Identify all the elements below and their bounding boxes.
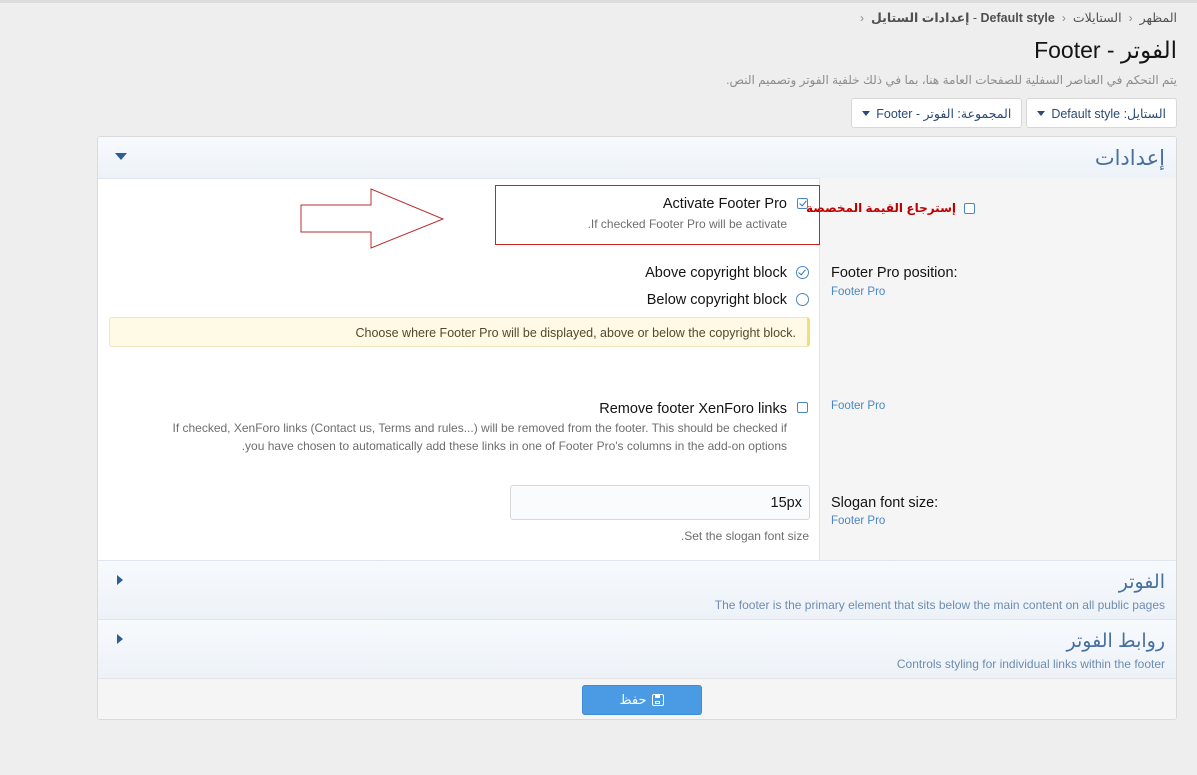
remove-links-hint-line1: If checked, XenForo links (Contact us, T… bbox=[172, 421, 787, 435]
collapse-toggle-icon[interactable] bbox=[115, 153, 127, 160]
footer-pro-position-group[interactable]: Footer Pro bbox=[831, 286, 885, 298]
caret-down-icon bbox=[1037, 110, 1046, 116]
chevron-left-icon: ‹ bbox=[859, 11, 864, 25]
section-footer-links-desc: Controls styling for individual links wi… bbox=[896, 657, 1165, 671]
remove-xenforo-links-checkbox[interactable] bbox=[797, 402, 808, 413]
top-border bbox=[0, 0, 1197, 3]
breadcrumb-appearance[interactable]: المظهر bbox=[1140, 11, 1177, 25]
page-description: يتم التحكم في العناصر السفلية للصفحات ال… bbox=[726, 73, 1177, 87]
remove-links-group[interactable]: Footer Pro bbox=[831, 400, 885, 412]
footer-pro-position-label: Footer Pro position: bbox=[831, 265, 958, 281]
page-title: الفوتر - Footer bbox=[1034, 37, 1177, 63]
slogan-font-size-group[interactable]: Footer Pro bbox=[831, 515, 885, 527]
slogan-font-size-input[interactable] bbox=[511, 486, 809, 519]
group-selector-label: المجموعة: الفوتر - Footer bbox=[876, 106, 1012, 121]
activate-footer-pro-hint: If checked Footer Pro will be activate. bbox=[587, 217, 787, 231]
caret-down-icon bbox=[862, 110, 871, 116]
breadcrumb-default-style[interactable]: Default style bbox=[981, 11, 1055, 25]
section-footer-links-title: روابط الفوتر bbox=[1066, 631, 1166, 652]
breadcrumb-style-settings[interactable]: إعدادات الستايل bbox=[871, 11, 969, 25]
section-footer-links-header[interactable]: روابط الفوتر Controls styling for indivi… bbox=[98, 619, 1176, 679]
chevron-left-icon: ‹ bbox=[1128, 11, 1133, 25]
style-properties-panel: إعدادات إسترجاع القيمة المخصصة Activate … bbox=[97, 136, 1177, 720]
group-selector-dropdown[interactable]: المجموعة: الفوتر - Footer bbox=[851, 98, 1023, 128]
breadcrumb-styles[interactable]: الستايلات bbox=[1073, 11, 1122, 25]
radio-above-copyright-label[interactable]: Above copyright block bbox=[645, 265, 787, 281]
position-notice: Choose where Footer Pro will be displaye… bbox=[109, 317, 810, 347]
radio-below-copyright-label[interactable]: Below copyright block bbox=[647, 292, 787, 308]
expand-toggle-icon[interactable] bbox=[117, 575, 123, 585]
radio-above-copyright[interactable] bbox=[796, 266, 809, 279]
toolbar: الستايل: Default style المجموعة: الفوتر … bbox=[851, 98, 1177, 128]
chevron-left-icon: ‹ bbox=[1061, 11, 1066, 25]
revert-checkbox[interactable] bbox=[964, 203, 975, 214]
slogan-font-size-hint: Set the slogan font size. bbox=[680, 529, 809, 543]
position-notice-text: Choose where Footer Pro will be displaye… bbox=[355, 326, 796, 340]
form-submit-row: حفظ bbox=[98, 678, 1176, 719]
section-footer-desc: The footer is the primary element that s… bbox=[714, 598, 1165, 612]
remove-xenforo-links-label[interactable]: Remove footer XenForo links bbox=[599, 401, 787, 417]
slogan-font-size-label: Slogan font size: bbox=[831, 495, 939, 511]
save-button-label: حفظ bbox=[619, 692, 647, 707]
section-settings-title: إعدادات bbox=[1094, 147, 1165, 170]
revert-custom-value-label[interactable]: إسترجاع القيمة المخصصة bbox=[806, 201, 956, 215]
radio-below-copyright[interactable] bbox=[796, 293, 809, 306]
breadcrumb: المظهر‹الستايلات‹Default style - إعدادات… bbox=[859, 11, 1177, 25]
section-footer-header[interactable]: الفوتر The footer is the primary element… bbox=[98, 560, 1176, 620]
save-button[interactable]: حفظ bbox=[582, 685, 702, 715]
arrow-right-icon bbox=[300, 188, 445, 249]
activate-footer-pro-label[interactable]: Activate Footer Pro bbox=[663, 196, 787, 212]
style-selector-label: الستايل: Default style bbox=[1051, 106, 1166, 121]
save-icon bbox=[652, 694, 665, 706]
expand-toggle-icon[interactable] bbox=[117, 634, 123, 644]
slogan-font-size-field[interactable] bbox=[510, 485, 810, 520]
activate-footer-pro-checkbox[interactable] bbox=[797, 198, 808, 209]
style-selector-dropdown[interactable]: الستايل: Default style bbox=[1026, 98, 1177, 128]
section-settings-header[interactable]: إعدادات bbox=[98, 137, 1176, 179]
section-footer-title: الفوتر bbox=[1118, 572, 1165, 593]
remove-links-hint-line2: you have chosen to automatically add the… bbox=[241, 439, 787, 453]
highlight-box bbox=[495, 185, 820, 245]
